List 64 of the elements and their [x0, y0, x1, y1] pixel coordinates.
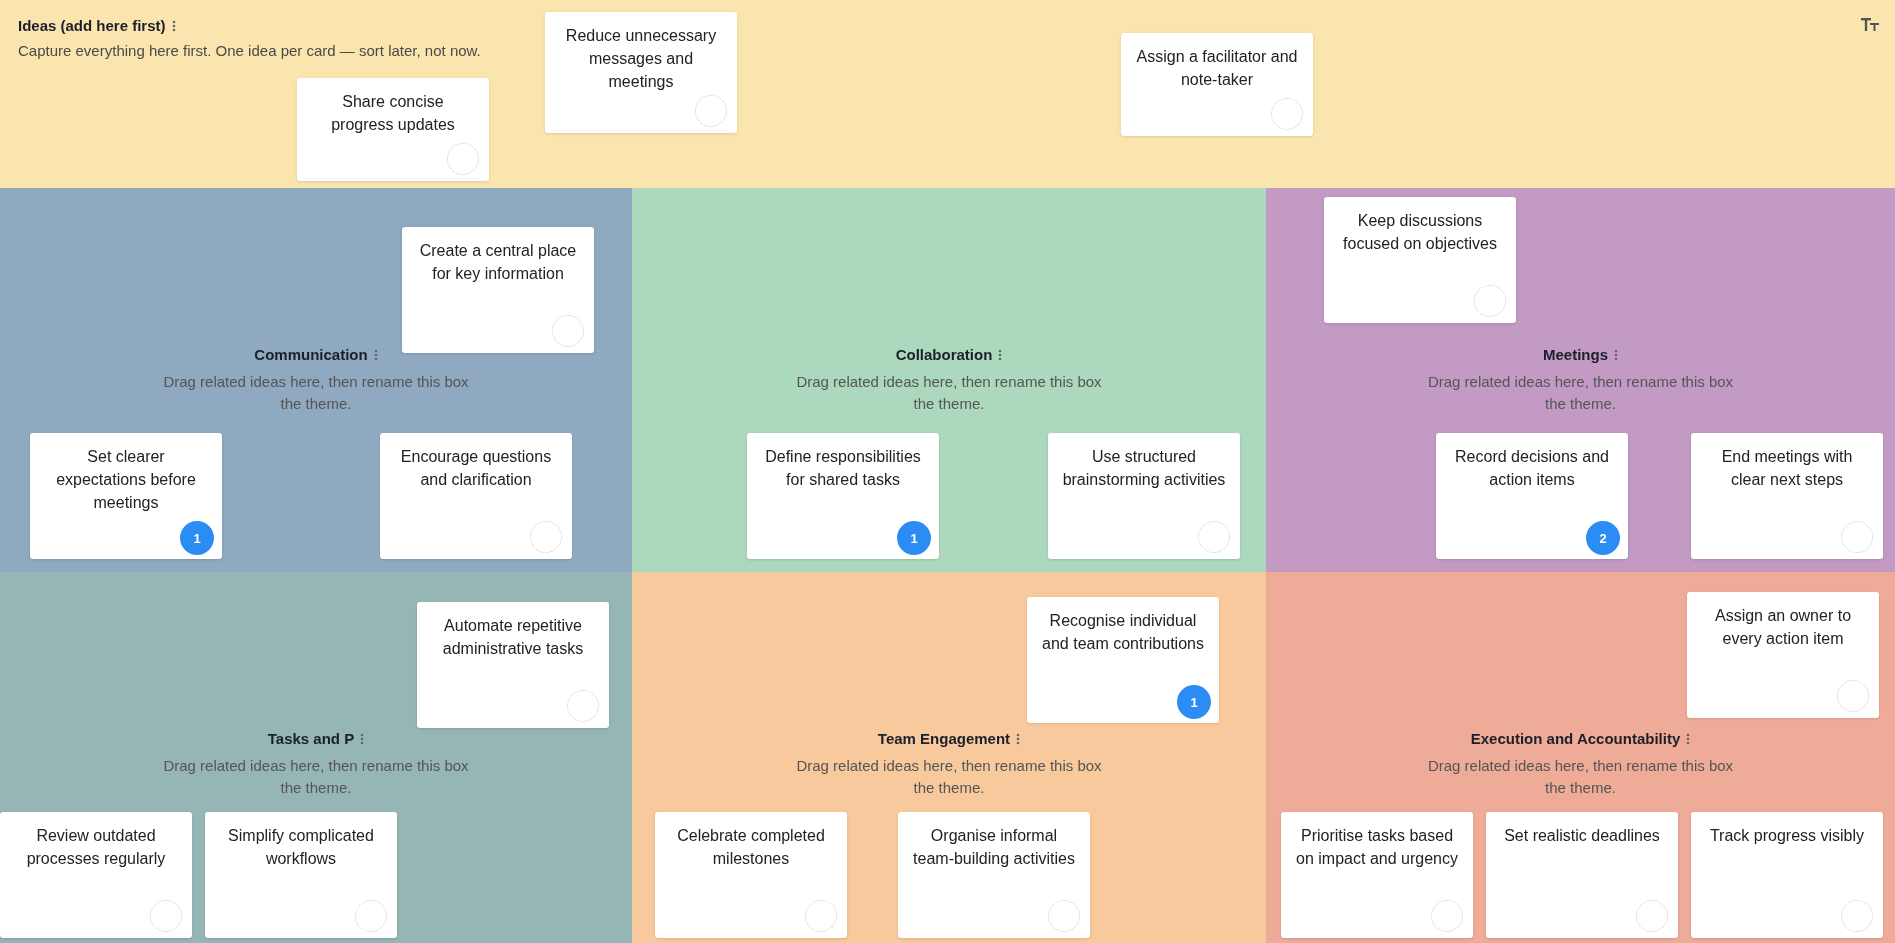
idea-text: Track progress visibly — [1708, 826, 1866, 846]
idea-text: Create a central place for key information — [418, 241, 578, 284]
idea-card[interactable]: Use structured brainstorming activities — [1048, 433, 1240, 559]
idea-text: Set clearer expectations before meetings — [55, 447, 197, 513]
idea-text: Prioritise tasks based on impact and urgency — [1295, 826, 1459, 869]
group-title: Execution and Accountability — [1470, 730, 1681, 747]
idea-card[interactable]: Celebrate completed milestones — [655, 812, 847, 938]
text-size-icon[interactable] — [1861, 18, 1879, 31]
idea-card[interactable]: Review outdated processes regularly — [0, 812, 192, 938]
group-description: Drag related ideas here, then rename this box the theme. — [796, 372, 1102, 414]
idea-card[interactable]: Encourage questions and clarification — [380, 433, 572, 559]
idea-card[interactable]: Keep discussions focused on objectives — [1324, 197, 1516, 323]
idea-text: Organise informal team-building activities — [912, 826, 1076, 869]
idea-card[interactable]: Set clearer expectations before meetings 1 — [30, 433, 222, 559]
idea-text: Set realistic deadlines — [1503, 826, 1661, 846]
idea-text: Assign an owner to every action item — [1713, 606, 1853, 649]
group-description: Drag related ideas here, then rename this box the theme. — [1427, 372, 1734, 414]
more-options-icon[interactable] — [1686, 732, 1691, 745]
area-title: Ideas (add here first) — [18, 17, 166, 34]
idea-card[interactable]: Share concise progress updates — [297, 78, 489, 181]
idea-card[interactable]: End meetings with clear next steps — [1691, 433, 1883, 559]
idea-text: Recognise individual and team contributions — [1041, 611, 1205, 654]
group-description: Drag related ideas here, then rename this box the theme. — [796, 756, 1102, 798]
idea-text: Record decisions and action items — [1454, 447, 1610, 490]
idea-card[interactable]: Recognise individual and team contributions 1 — [1027, 597, 1219, 723]
more-options-icon[interactable] — [1614, 348, 1618, 361]
more-options-icon[interactable] — [998, 348, 1003, 361]
idea-text: Reduce unnecessary messages and meetings — [564, 26, 718, 92]
group-title: Communication — [254, 346, 368, 363]
idea-text: Celebrate completed milestones — [676, 826, 826, 869]
group-description: Drag related ideas here, then rename this box the theme. — [163, 756, 469, 798]
idea-card[interactable]: Automate repetitive administrative tasks — [417, 602, 609, 728]
area-description: Capture everything here first. One idea per card — sort later, not now. — [18, 42, 481, 59]
group-title: Collaboration — [895, 346, 993, 363]
idea-text: Simplify complicated workflows — [227, 826, 375, 869]
idea-text: Review outdated processes regularly — [25, 826, 167, 869]
more-options-icon[interactable] — [360, 732, 365, 745]
idea-card[interactable]: Set realistic deadlines — [1486, 812, 1678, 938]
idea-card[interactable]: Create a central place for key information — [402, 227, 594, 353]
idea-text: Use structured brainstorming activities — [1061, 447, 1227, 490]
more-options-icon[interactable] — [1016, 732, 1021, 745]
idea-text: Automate repetitive administrative tasks — [441, 616, 585, 659]
idea-card[interactable]: Record decisions and action items 2 — [1436, 433, 1628, 559]
idea-text: Define responsibilities for shared tasks — [764, 447, 922, 490]
group-title: Team Engagement — [877, 730, 1011, 747]
idea-card[interactable]: Reduce unnecessary messages and meetings — [545, 12, 737, 133]
idea-card[interactable]: Assign a facilitator and note-taker — [1121, 33, 1313, 136]
idea-card[interactable]: Simplify complicated workflows — [205, 812, 397, 938]
idea-text: End meetings with clear next steps — [1720, 447, 1854, 490]
idea-text: Keep discussions focused on objectives — [1342, 211, 1498, 254]
idea-card[interactable]: Prioritise tasks based on impact and urgency — [1281, 812, 1473, 938]
idea-text: Encourage questions and clarification — [399, 447, 553, 490]
idea-card[interactable]: Track progress visibly — [1691, 812, 1883, 938]
group-description: Drag related ideas here, then rename this box the theme. — [163, 372, 469, 414]
idea-card[interactable]: Assign an owner to every action item — [1687, 592, 1879, 718]
idea-card[interactable]: Define responsibilities for shared tasks 1 — [747, 433, 939, 559]
group-title: Meetings — [1543, 346, 1608, 363]
group-title: Tasks and P — [267, 730, 355, 747]
more-options-icon[interactable] — [171, 19, 176, 32]
more-options-icon[interactable] — [373, 348, 378, 361]
idea-card[interactable]: Organise informal team-building activities — [898, 812, 1090, 938]
idea-text: Assign a facilitator and note-taker — [1135, 47, 1299, 90]
group-description: Drag related ideas here, then rename this box the theme. — [1427, 756, 1734, 798]
idea-text: Share concise progress updates — [330, 92, 456, 135]
